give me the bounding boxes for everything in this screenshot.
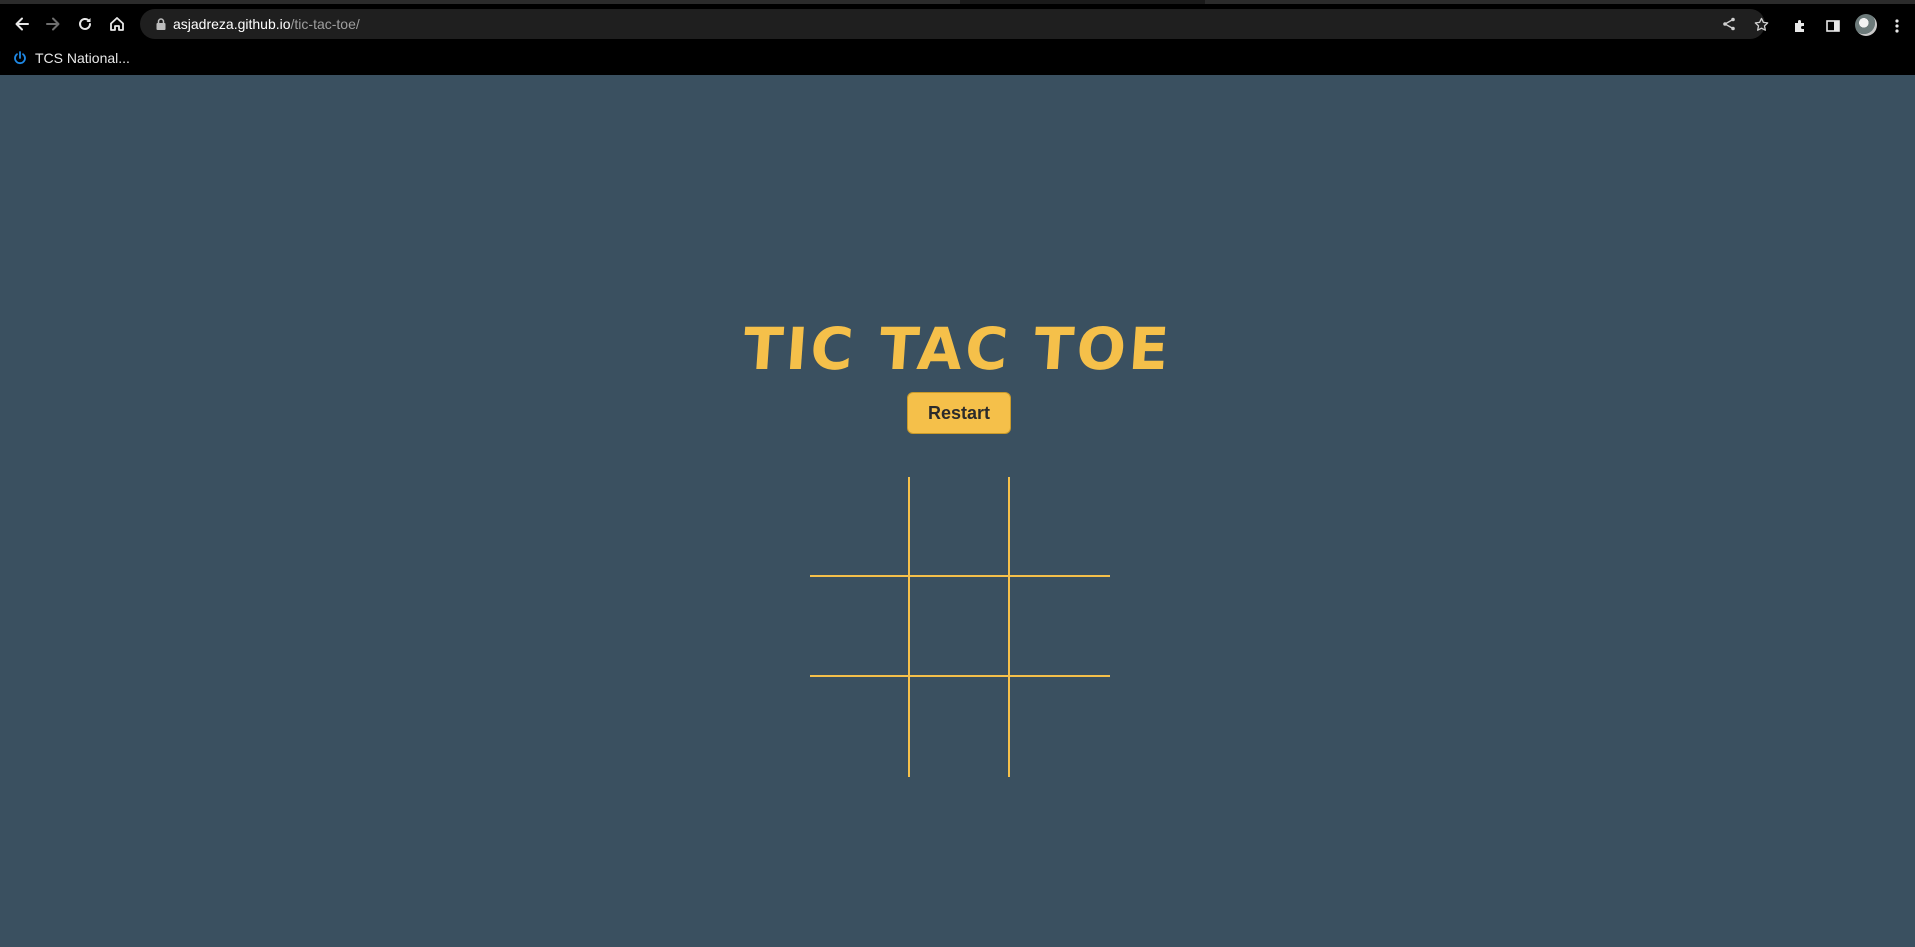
kebab-menu-icon[interactable] [1887, 16, 1907, 36]
board-cell[interactable] [810, 677, 910, 777]
home-button[interactable] [103, 10, 131, 38]
game-board [810, 477, 1110, 777]
reload-icon [79, 17, 91, 30]
lock-icon[interactable] [154, 17, 168, 31]
board-cell[interactable] [810, 577, 910, 677]
puzzle-icon[interactable] [1790, 16, 1810, 36]
board-cell[interactable] [910, 577, 1010, 677]
browser-chrome: asjadreza.github.io/tic-tac-toe/ TCS Nat… [0, 0, 1915, 75]
star-icon[interactable] [1752, 15, 1770, 33]
reload-button[interactable] [71, 10, 99, 38]
home-icon [110, 17, 124, 31]
arrow-left-icon [15, 17, 29, 31]
board-cell[interactable] [1010, 477, 1110, 577]
board-cell[interactable] [910, 677, 1010, 777]
board-cell[interactable] [910, 477, 1010, 577]
power-icon [14, 51, 26, 65]
url-text: asjadreza.github.io/tic-tac-toe/ [173, 16, 360, 32]
board-cell[interactable] [810, 477, 910, 577]
bookmark-item[interactable]: TCS National... [12, 47, 130, 69]
bookmark-label: TCS National... [35, 50, 130, 66]
forward-button[interactable] [39, 10, 67, 38]
url-path: /tic-tac-toe/ [290, 16, 360, 32]
game-title: TIC TAC TOE [741, 315, 1174, 383]
address-bar[interactable]: asjadreza.github.io/tic-tac-toe/ [140, 9, 1768, 39]
share-icon[interactable] [1720, 15, 1738, 33]
bookmarks-bar: TCS National... [0, 44, 1915, 72]
profile-avatar[interactable] [1855, 14, 1877, 36]
side-panel-icon[interactable] [1823, 16, 1843, 36]
browser-toolbar: asjadreza.github.io/tic-tac-toe/ [0, 6, 1915, 42]
restart-button[interactable]: Restart [907, 392, 1011, 434]
page-content: TIC TAC TOE Restart [0, 75, 1915, 947]
board-cell[interactable] [1010, 677, 1110, 777]
back-button[interactable] [8, 10, 36, 38]
url-host: asjadreza.github.io [173, 16, 291, 32]
tab-strip [0, 0, 1915, 4]
arrow-right-icon [46, 17, 60, 31]
board-cell[interactable] [1010, 577, 1110, 677]
